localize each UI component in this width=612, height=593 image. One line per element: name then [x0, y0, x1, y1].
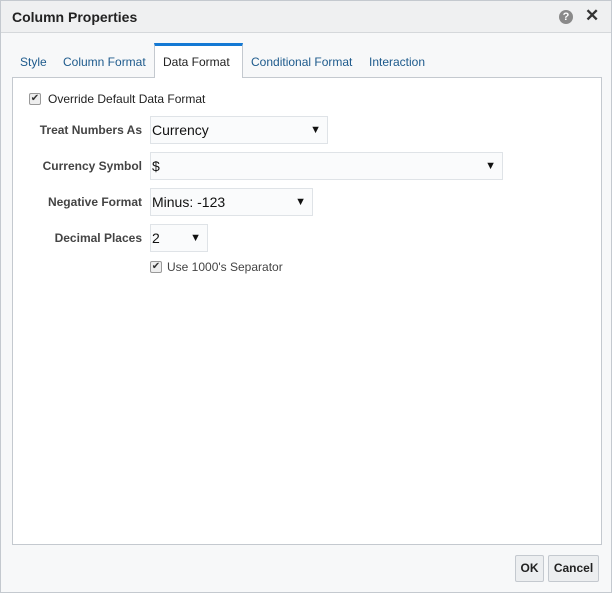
help-icon[interactable]: ? [559, 10, 573, 24]
decimal-places-label: Decimal Places [54, 231, 142, 245]
separator-checkbox[interactable]: ✔ [150, 261, 162, 273]
tab-column-format[interactable]: Column Format [55, 43, 154, 77]
title-bar: Column Properties ? ✕ [1, 1, 611, 33]
treat-numbers-value: Currency [152, 122, 209, 138]
cancel-button[interactable]: Cancel [548, 555, 599, 582]
negative-format-label: Negative Format [47, 195, 142, 209]
separator-label: Use 1000's Separator [167, 260, 283, 274]
tab-interaction[interactable]: Interaction [361, 43, 433, 77]
chevron-down-icon: ▼ [485, 160, 496, 172]
column-properties-dialog: Column Properties ? ✕ Style Column Forma… [0, 0, 612, 593]
treat-numbers-label: Treat Numbers As [39, 123, 142, 137]
chevron-down-icon: ▼ [190, 232, 201, 244]
decimal-places-select[interactable]: 2 ▼ [150, 224, 208, 252]
negative-format-value: Minus: -123 [152, 194, 226, 210]
override-label: Override Default Data Format [48, 92, 206, 106]
decimal-places-value: 2 [152, 230, 160, 246]
tab-style[interactable]: Style [12, 43, 55, 77]
chevron-down-icon: ▼ [295, 196, 306, 208]
tab-conditional-format[interactable]: Conditional Format [243, 43, 360, 77]
currency-symbol-value: $ [152, 158, 160, 174]
treat-numbers-select[interactable]: Currency ▼ [150, 116, 328, 144]
currency-symbol-label: Currency Symbol [42, 159, 142, 173]
dialog-title: Column Properties [12, 9, 138, 25]
close-icon[interactable]: ✕ [585, 6, 599, 26]
negative-format-select[interactable]: Minus: -123 ▼ [150, 188, 313, 216]
chevron-down-icon: ▼ [310, 124, 321, 136]
data-format-panel [12, 77, 602, 545]
ok-button[interactable]: OK [515, 555, 544, 582]
override-checkbox[interactable]: ✔ [29, 93, 41, 105]
currency-symbol-select[interactable]: $ ▼ [150, 152, 503, 180]
tab-data-format[interactable]: Data Format [154, 43, 243, 78]
